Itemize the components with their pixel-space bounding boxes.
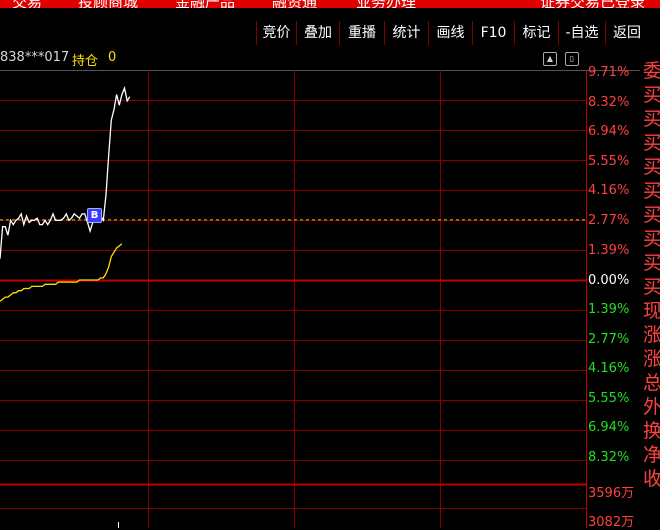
quote-panel-char: 总 — [643, 372, 660, 394]
y-axis-label: 6.94% — [588, 124, 630, 139]
quote-panel-char: 外 — [643, 396, 660, 418]
y-axis-label: 1.39% — [588, 302, 630, 317]
volume-label: 3596万 — [588, 486, 635, 501]
right-quote-panel: 委 买 买 买 买 买 买 买 买 买 现 涨 涨 总 外 换 净 收 — [640, 48, 660, 528]
y-axis-label: 2.77% — [588, 332, 630, 347]
quote-panel-char: 买 — [643, 156, 660, 178]
quote-panel-char: 现 — [643, 300, 660, 322]
quote-panel-char: 委 — [643, 60, 660, 82]
average-price-line — [0, 243, 123, 302]
y-axis-label: 5.55% — [588, 391, 630, 406]
quote-panel-char: 买 — [643, 132, 660, 154]
price-line — [0, 85, 131, 259]
quote-panel-char: 买 — [643, 276, 660, 298]
y-axis-label: 4.16% — [588, 183, 630, 198]
quote-panel-char: 买 — [643, 180, 660, 202]
y-axis-label: 8.32% — [588, 450, 630, 465]
quote-panel-char: 买 — [643, 252, 660, 274]
quote-panel-char: 买 — [643, 108, 660, 130]
y-axis-label: 4.16% — [588, 361, 630, 376]
y-axis-label: 2.77% — [588, 213, 630, 228]
quote-panel-char: 买 — [643, 84, 660, 106]
y-axis-label: 0.00% — [588, 273, 630, 288]
volume-label: 3082万 — [588, 515, 635, 530]
quote-panel-char: 涨 — [643, 324, 660, 346]
intraday-chart[interactable] — [0, 0, 660, 528]
y-axis-label: 6.94% — [588, 420, 630, 435]
quote-panel-char: 净 — [643, 444, 660, 466]
quote-panel-char: 买 — [643, 204, 660, 226]
buy-marker[interactable]: B — [87, 208, 102, 223]
quote-panel-char: 换 — [643, 420, 660, 442]
quote-panel-char: 收 — [643, 468, 660, 490]
y-axis-label: 8.32% — [588, 95, 630, 110]
grid-lines — [0, 70, 586, 528]
y-axis-label: 1.39% — [588, 243, 630, 258]
y-axis-label: 5.55% — [588, 154, 630, 169]
quote-panel-char: 涨 — [643, 348, 660, 370]
y-axis-label: 9.71% — [588, 65, 630, 80]
quote-panel-char: 买 — [643, 228, 660, 250]
